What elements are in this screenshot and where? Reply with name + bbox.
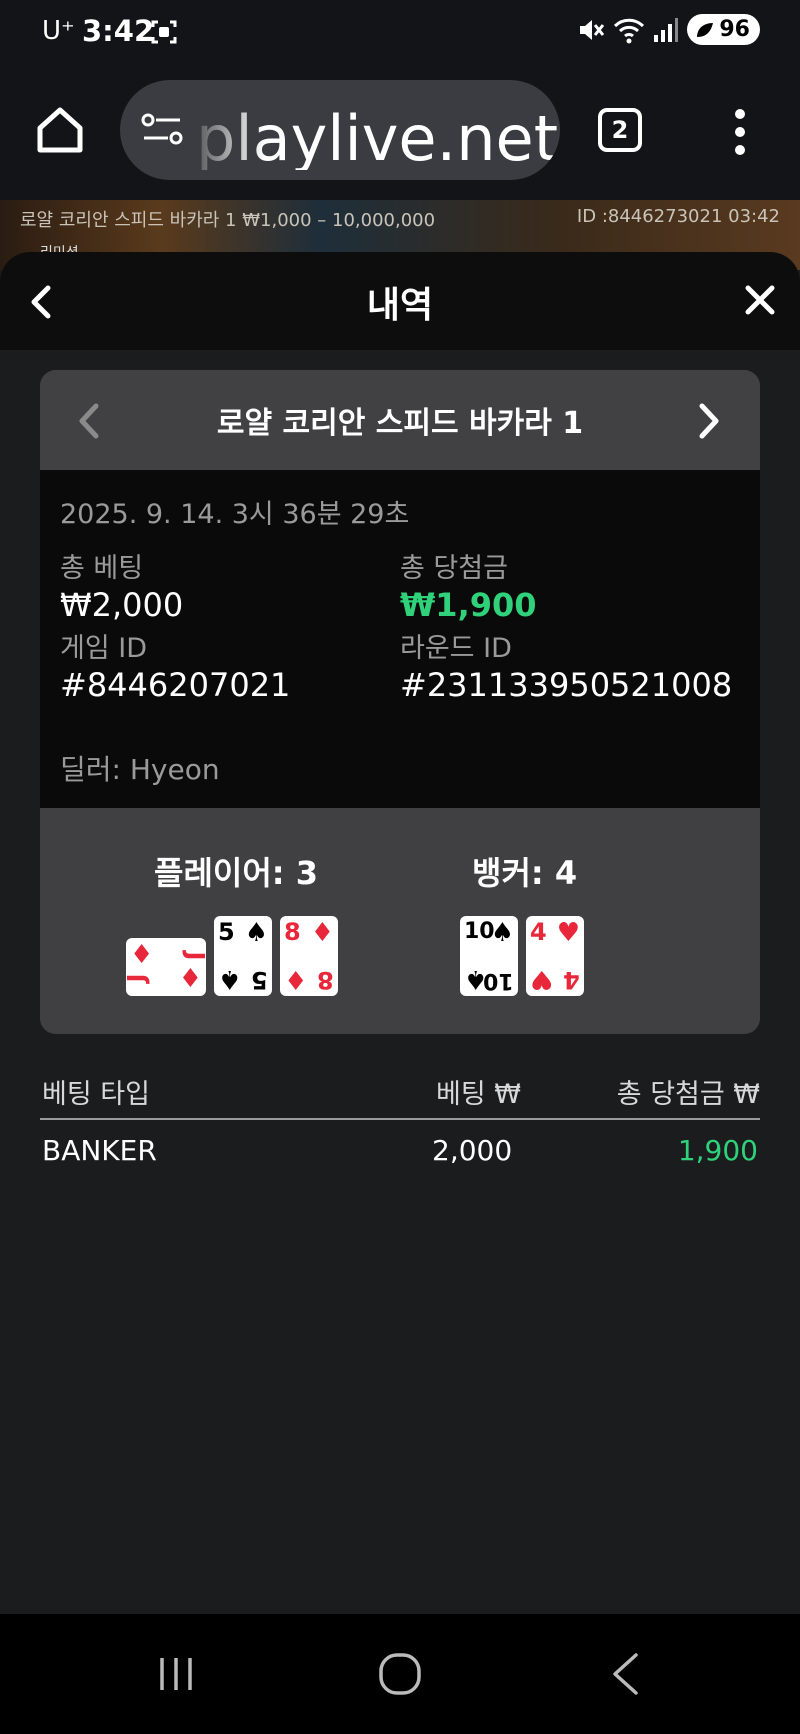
header-bet-type: 베팅 타입 <box>42 1079 150 1110</box>
round-id-label: 라운드 ID <box>400 633 512 664</box>
card-rank: 4 <box>563 966 580 994</box>
history-modal: 내역 로얄 코리안 스피드 바카라 1 2025. 9. 14. 3시 36분 … <box>0 252 800 1614</box>
round-datetime: 2025. 9. 14. 3시 36분 29초 <box>60 499 410 530</box>
row-total-win: 1,900 <box>677 1134 758 1167</box>
playing-card: 5 ♠ ♠ 5 <box>214 916 272 996</box>
total-bet-label: 총 베팅 <box>60 553 144 584</box>
card-rank: 10 <box>483 968 514 993</box>
total-bet-value: ₩2,000 <box>60 586 184 624</box>
browser-toolbar: playlive.net 2 <box>0 64 800 200</box>
wifi-icon <box>614 18 645 43</box>
tab-switcher-button[interactable]: 2 <box>598 108 642 152</box>
battery-saver-icon <box>697 22 714 37</box>
signal-icon <box>654 17 679 42</box>
playing-card: 4 ♥ ♥ 4 <box>526 916 584 996</box>
recent-apps-icon[interactable] <box>156 1654 196 1694</box>
game-id-value: #8446207021 <box>60 666 291 704</box>
total-win-value: ₩1,900 <box>400 586 537 624</box>
status-time: 3:42 <box>82 14 155 48</box>
card-rank: 8 <box>317 966 334 994</box>
playing-card: 10 ♠ ♠ 10 <box>460 916 518 996</box>
card-rank: 5 <box>251 966 268 994</box>
more-options-icon[interactable] <box>726 108 754 156</box>
player-score: 플레이어: 3 <box>154 854 318 892</box>
card-result: 플레이어: 3 뱅커: 4 ♦ J J ♦ 5 ♠ ♠ 5 8 ♦ ♦ 8 10 ♠ ♠ 10 4 ♥ ♥ 4 <box>40 808 760 1034</box>
system-nav-bar <box>0 1614 800 1734</box>
address-bar[interactable]: playlive.net <box>120 80 560 180</box>
card-suit: ♥ <box>530 964 554 994</box>
card-suit: ♠ <box>244 918 268 948</box>
status-bar: U⁺ 3:42 96 <box>0 0 800 64</box>
card-suit: ♠ <box>218 964 242 994</box>
table-limits-text: 로얄 코리안 스피드 바카라 1 ₩1,000 – 10,000,000 <box>20 210 436 231</box>
next-round-icon[interactable] <box>698 402 722 440</box>
game-name: 로얄 코리안 스피드 바카라 1 <box>216 406 584 441</box>
round-summary: 2025. 9. 14. 3시 36분 29초 총 베팅 ₩2,000 총 당첨… <box>40 470 760 808</box>
battery-level: 96 <box>719 17 750 42</box>
total-win-label: 총 당첨금 <box>400 553 508 584</box>
site-settings-icon[interactable] <box>140 110 184 150</box>
home-nav-icon[interactable] <box>378 1652 422 1696</box>
playing-card: ♦ J J ♦ <box>122 938 210 996</box>
card-rank: 8 <box>284 918 301 946</box>
row-bet-type: BANKER <box>42 1134 157 1167</box>
dealer-name: 딜러: Hyeon <box>60 753 220 786</box>
card-suit: ♦ <box>178 964 202 994</box>
playing-card: 8 ♦ ♦ 8 <box>280 916 338 996</box>
carrier-label: U⁺ <box>42 16 75 46</box>
row-bet-amount: 2,000 <box>432 1134 513 1167</box>
card-rank: 4 <box>530 918 547 946</box>
header-total-win: 총 당첨금 ₩ <box>616 1079 760 1110</box>
card-suit: ♥ <box>556 918 580 948</box>
header-bet-amount: 베팅 ₩ <box>436 1079 521 1110</box>
battery-indicator: 96 <box>687 14 760 45</box>
close-icon[interactable] <box>744 284 776 316</box>
screenshot-icon <box>151 20 177 44</box>
game-id-label: 게임 ID <box>60 633 148 664</box>
table-divider <box>40 1118 760 1120</box>
banker-score: 뱅커: 4 <box>472 854 578 892</box>
card-suit: ♠ <box>490 918 514 948</box>
card-header: 로얄 코리안 스피드 바카라 1 <box>40 370 760 470</box>
round-detail-card: 로얄 코리안 스피드 바카라 1 2025. 9. 14. 3시 36분 29초… <box>40 370 760 1034</box>
mute-icon <box>580 19 605 40</box>
modal-title: 내역 <box>366 285 434 326</box>
card-rank: 5 <box>218 918 235 946</box>
status-icons: 96 <box>577 14 760 45</box>
back-nav-icon[interactable] <box>610 1652 640 1696</box>
card-suit: ♦ <box>284 964 308 994</box>
home-icon[interactable] <box>34 104 86 156</box>
card-suit: ♦ <box>310 918 334 948</box>
table-id-text: ID :8446273021 03:42 <box>576 206 780 227</box>
card-rank: J <box>181 951 210 961</box>
modal-header: 내역 <box>0 252 800 350</box>
round-id-value: #231133950521008 <box>400 666 733 704</box>
card-rank: J <box>122 973 151 983</box>
card-suit: ♦ <box>130 940 154 970</box>
